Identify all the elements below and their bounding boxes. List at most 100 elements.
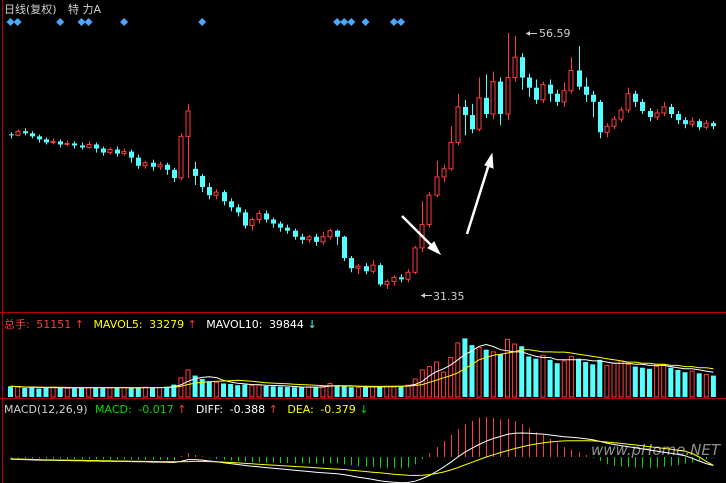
candle xyxy=(94,142,99,153)
volume-bar xyxy=(306,386,312,398)
low-price-label: 31.35 xyxy=(433,290,465,303)
macd-legend: MACD(12,26,9) MACD: -0.017 ↑ DIFF: -0.38… xyxy=(4,403,369,416)
candle xyxy=(648,107,653,122)
volume-bar xyxy=(547,359,553,397)
candle xyxy=(498,77,503,126)
volume-bar xyxy=(384,385,390,398)
candle xyxy=(490,71,496,120)
candle xyxy=(15,129,21,137)
candle xyxy=(157,161,163,170)
volume-bar xyxy=(405,384,411,398)
candle xyxy=(264,210,269,223)
volume-bar xyxy=(185,369,191,398)
signal-marker xyxy=(13,18,22,26)
candle xyxy=(689,117,695,128)
candle xyxy=(86,141,92,149)
candle xyxy=(370,260,376,274)
signal-markers xyxy=(6,18,405,26)
candle xyxy=(618,106,624,123)
mavol5-arrow: ↑ xyxy=(188,318,197,331)
volume-bar xyxy=(142,386,148,398)
volume-bar xyxy=(93,387,99,397)
mavol10-arrow: ↓ xyxy=(307,318,316,331)
candle xyxy=(50,138,56,145)
volume-bar xyxy=(583,362,589,397)
candle xyxy=(534,79,539,104)
candle xyxy=(23,128,28,136)
volume-bar xyxy=(270,386,276,397)
candle xyxy=(633,90,638,107)
volume-bar xyxy=(377,386,383,397)
candle xyxy=(568,57,574,94)
volume-bar xyxy=(128,388,134,397)
candle xyxy=(391,275,397,286)
volume-bar xyxy=(36,388,42,397)
candle xyxy=(527,73,532,97)
volume-bar xyxy=(604,364,610,398)
signal-marker xyxy=(397,18,405,26)
candle xyxy=(121,148,127,156)
volume-total-arrow: ↑ xyxy=(75,318,84,331)
candle xyxy=(426,192,432,228)
volume-bar xyxy=(284,387,290,397)
stock-chart[interactable]: 日线(复权) 特 力A 56.59 31.35 总手: 51151 ↑ MAVO… xyxy=(0,0,726,483)
volume-bar xyxy=(299,387,305,397)
volume-bar xyxy=(8,386,13,397)
candle xyxy=(229,198,234,212)
volume-bar xyxy=(256,384,262,398)
candle xyxy=(37,134,42,143)
candle xyxy=(300,233,305,244)
candle xyxy=(661,101,667,117)
candle xyxy=(293,228,298,240)
mavol5-label: MAVOL5: xyxy=(93,318,142,331)
chart-title: 日线(复权) xyxy=(4,2,57,16)
volume-bar xyxy=(71,388,77,397)
candle xyxy=(142,160,148,169)
candle xyxy=(285,224,290,234)
volume-bar xyxy=(682,372,688,397)
volume-bar xyxy=(363,387,368,397)
volume-legend: 总手: 51151 ↑ MAVOL5: 33279 ↑ MAVOL10: 398… xyxy=(4,317,317,331)
macd-name: MACD(12,26,9) xyxy=(4,403,88,416)
candle xyxy=(256,210,262,224)
volume-total-label: 总手: xyxy=(4,317,30,331)
candle xyxy=(185,103,191,178)
candle xyxy=(476,77,482,132)
candle xyxy=(441,164,447,182)
volume-bar xyxy=(561,360,567,398)
volume-bar xyxy=(206,381,212,397)
volume-bar xyxy=(79,387,84,397)
candle xyxy=(9,132,14,139)
candle xyxy=(548,79,553,102)
volume-bar xyxy=(490,351,496,398)
candle xyxy=(222,190,227,206)
candle xyxy=(703,120,709,130)
volume-bar xyxy=(341,386,347,397)
candle xyxy=(327,228,333,240)
volume-bar xyxy=(689,370,695,398)
candle xyxy=(72,141,77,149)
volume-bar xyxy=(703,373,709,398)
candle xyxy=(213,189,219,200)
volume-bar xyxy=(164,386,170,397)
candle xyxy=(249,217,255,231)
mavol10-value: 39844 xyxy=(269,318,304,331)
candle xyxy=(178,133,184,180)
volume-bar xyxy=(263,385,269,397)
volume-bar xyxy=(554,363,560,397)
volume-bar xyxy=(348,387,354,397)
signal-marker xyxy=(77,18,86,26)
volume-bar xyxy=(121,386,127,398)
candle xyxy=(697,119,702,131)
candle xyxy=(455,93,461,146)
volume-bar xyxy=(654,366,660,398)
volume-bar xyxy=(135,387,141,397)
candle xyxy=(484,74,489,119)
volume-bar xyxy=(441,371,447,398)
mavol10-line xyxy=(10,349,714,389)
candle xyxy=(412,245,418,275)
candle xyxy=(320,231,326,245)
volume-bar xyxy=(22,387,28,397)
signal-marker xyxy=(56,18,65,26)
candle xyxy=(165,162,170,175)
